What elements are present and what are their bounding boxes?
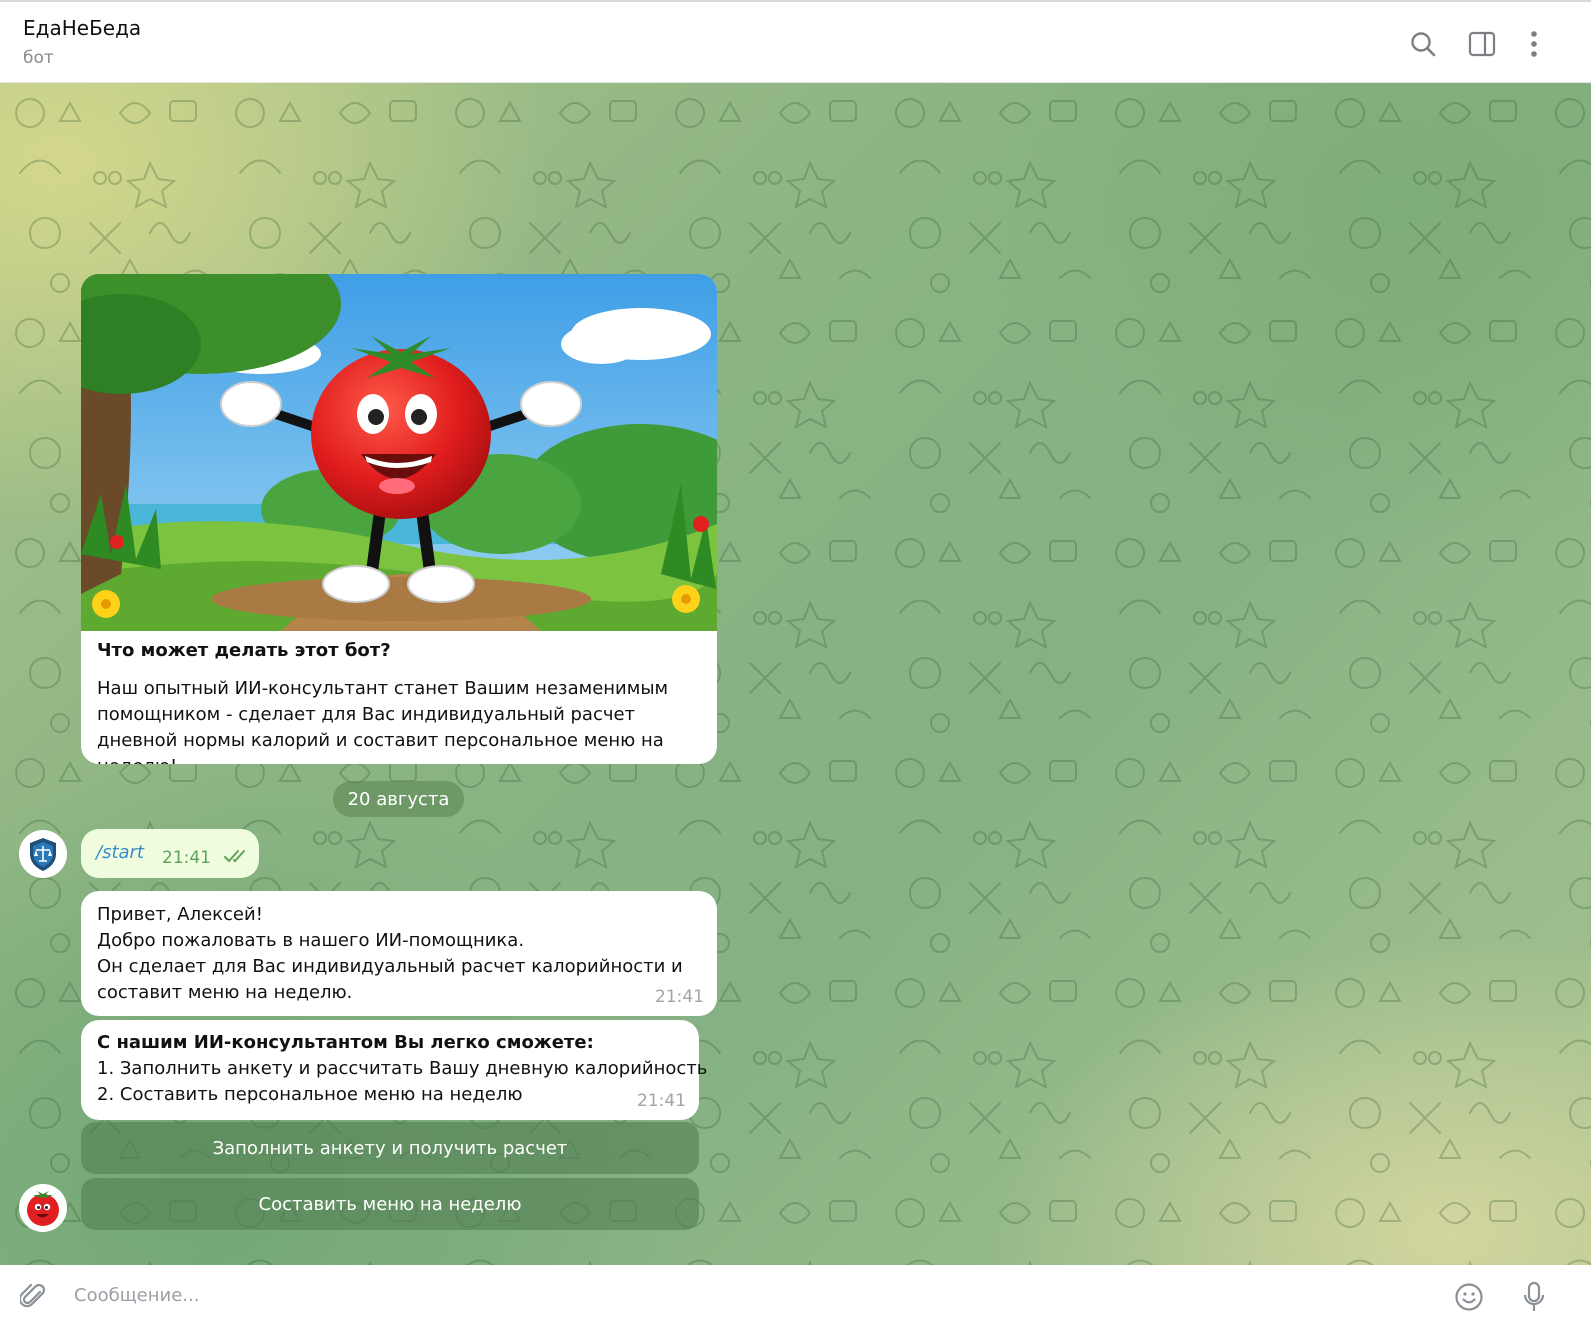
- chat-title[interactable]: ЕдаНеБеда: [23, 16, 141, 40]
- search-icon[interactable]: [1407, 28, 1439, 60]
- emoji-icon[interactable]: [1453, 1281, 1485, 1313]
- greeting-line: Добро пожаловать в нашего ИИ-помощника.: [97, 930, 525, 951]
- weekly-menu-button[interactable]: Составить меню на неделю: [81, 1178, 699, 1230]
- chat-header: ЕдаНеБеда бот: [0, 0, 1591, 83]
- message-composer: [0, 1265, 1591, 1329]
- shield-scales-icon: [19, 830, 67, 878]
- date-separator: 20 августа: [333, 781, 464, 817]
- outgoing-message[interactable]: /start 21:41: [81, 829, 259, 878]
- sidebar-toggle-icon[interactable]: [1466, 28, 1498, 60]
- message-time: 21:41: [162, 848, 211, 868]
- intro-card-title: Что может делать этот бот?: [97, 640, 391, 661]
- features-text: С нашим ИИ-консультантом Вы легко сможет…: [97, 1030, 707, 1108]
- microphone-icon[interactable]: [1518, 1281, 1550, 1313]
- intro-card-text: Наш опытный ИИ-консультант станет Вашим …: [97, 678, 669, 764]
- bot-intro-card: Что может делать этот бот? Наш опытный И…: [81, 274, 717, 764]
- greeting-message: Привет, Алексей! Добро пожаловать в наше…: [81, 891, 717, 1016]
- features-message: С нашим ИИ-консультантом Вы легко сможет…: [81, 1020, 707, 1120]
- greeting-line: составит меню на неделю.: [97, 982, 353, 1003]
- start-command-link[interactable]: /start: [96, 842, 144, 863]
- more-vertical-icon[interactable]: [1518, 28, 1550, 60]
- message-time: 21:41: [655, 987, 704, 1007]
- features-item: 2. Составить персональное меню на неделю: [97, 1084, 523, 1105]
- message-time: 21:41: [637, 1091, 686, 1111]
- greeting-line: Он сделает для Вас индивидуальный расчет…: [97, 956, 683, 977]
- tomato-icon: [19, 1184, 67, 1232]
- double-check-icon: [224, 850, 245, 863]
- user-avatar[interactable]: [19, 830, 67, 878]
- features-heading: С нашим ИИ-консультантом Вы легко сможет…: [97, 1032, 594, 1053]
- fill-survey-button[interactable]: Заполнить анкету и получить расчет: [81, 1122, 699, 1174]
- greeting-text: Привет, Алексей! Добро пожаловать в наше…: [97, 902, 683, 1006]
- chat-subtitle: бот: [23, 48, 54, 68]
- bot-avatar[interactable]: [19, 1184, 67, 1232]
- message-input[interactable]: [74, 1279, 1414, 1311]
- greeting-line: Привет, Алексей!: [97, 904, 263, 925]
- features-item: 1. Заполнить анкету и рассчитать Вашу дн…: [97, 1058, 708, 1079]
- chat-background: Что может делать этот бот? Наш опытный И…: [0, 83, 1591, 1265]
- attach-icon[interactable]: [18, 1281, 50, 1313]
- tomato-mascot-image: [81, 274, 717, 631]
